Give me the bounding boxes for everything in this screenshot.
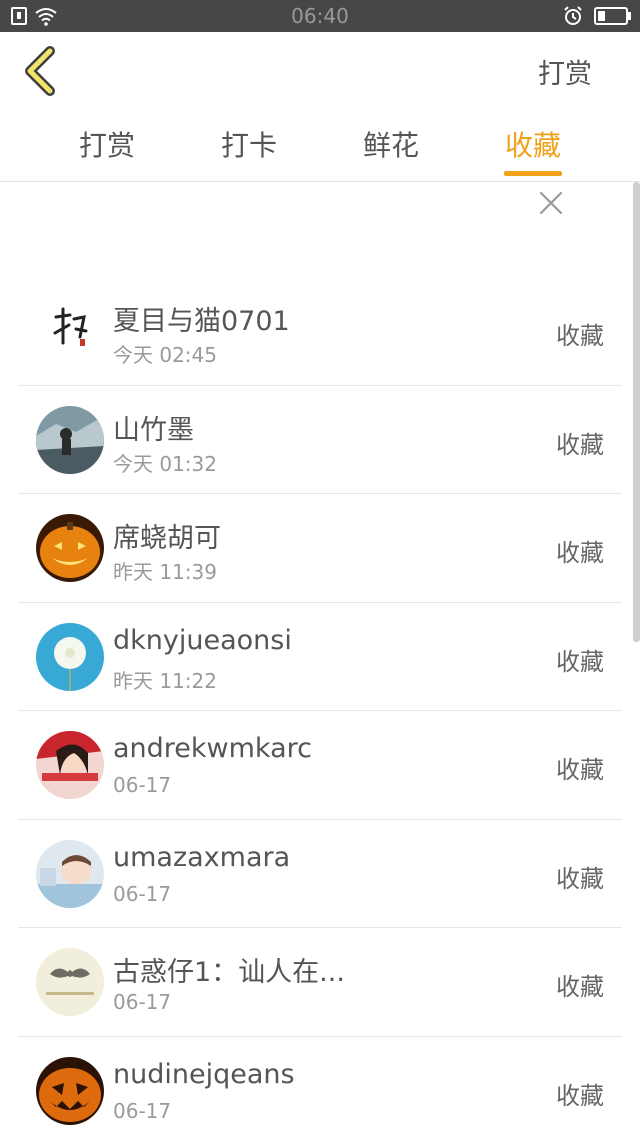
list-item[interactable]: 山竹墨 今天 01:32 收藏 bbox=[0, 386, 640, 494]
tab-bar: 打赏 打卡 鲜花 收藏 bbox=[0, 112, 640, 182]
photo-avatar bbox=[36, 731, 104, 799]
user-name: andrekwmkarc bbox=[113, 733, 312, 764]
tab-checkin[interactable]: 打卡 bbox=[189, 124, 309, 164]
tab-favorites[interactable]: 收藏 bbox=[473, 124, 593, 164]
list-item[interactable]: 夏目与猫0701 今天 02:45 收藏 bbox=[0, 277, 640, 386]
alarm-icon bbox=[564, 6, 582, 25]
list-item[interactable]: umazaxmara 06-17 收藏 bbox=[0, 820, 640, 928]
user-name: nudinejqeans bbox=[113, 1058, 295, 1090]
user-name: dknyjueaonsi bbox=[113, 624, 292, 656]
pumpkin-avatar bbox=[36, 1056, 104, 1125]
battery-icon bbox=[594, 7, 631, 25]
status-time: 06:40 bbox=[291, 4, 349, 28]
item-time: 昨天 11:39 bbox=[113, 560, 217, 584]
list-item[interactable]: dknyjueaonsi 昨天 11:22 收藏 bbox=[0, 603, 640, 711]
user-name: 夏目与猫0701 bbox=[113, 306, 290, 337]
item-time: 06-17 bbox=[113, 881, 172, 906]
item-time: 今天 02:45 bbox=[113, 343, 217, 367]
favorite-label: 收藏 bbox=[556, 864, 604, 893]
user-name: 古惑仔1：讪人在... bbox=[113, 957, 345, 988]
favorite-label: 收藏 bbox=[556, 647, 604, 676]
item-time: 06-17 bbox=[113, 773, 172, 797]
favorites-list: 夏目与猫0701 今天 02:45 收藏 山竹墨 今天 01:32 收藏 席蛲胡… bbox=[0, 277, 640, 1138]
photo-avatar bbox=[36, 405, 104, 474]
favorite-label: 收藏 bbox=[556, 322, 604, 350]
item-time: 昨天 11:22 bbox=[113, 668, 217, 693]
favorite-label: 收藏 bbox=[556, 1081, 604, 1110]
close-icon[interactable] bbox=[536, 188, 566, 218]
user-name: 席蛲胡可 bbox=[113, 523, 221, 554]
pumpkin-avatar bbox=[36, 514, 104, 582]
active-tab-indicator bbox=[504, 171, 562, 176]
user-name: umazaxmara bbox=[113, 841, 291, 873]
calligraphy-avatar bbox=[36, 297, 104, 365]
top-bar: 打赏 bbox=[0, 32, 640, 112]
item-time: 06-17 bbox=[113, 1098, 172, 1123]
favorite-label: 收藏 bbox=[556, 973, 604, 1001]
status-bar: 06:40 bbox=[0, 0, 640, 32]
list-item[interactable]: andrekwmkarc 06-17 收藏 bbox=[0, 711, 640, 820]
dandelion-avatar bbox=[36, 622, 104, 691]
list-item[interactable]: 古惑仔1：讪人在... 06-17 收藏 bbox=[0, 928, 640, 1037]
photo-avatar bbox=[36, 839, 104, 908]
item-time: 06-17 bbox=[113, 990, 172, 1014]
favorite-label: 收藏 bbox=[556, 756, 604, 784]
tab-reward[interactable]: 打赏 bbox=[47, 124, 167, 164]
mustache-avatar bbox=[36, 948, 104, 1016]
item-time: 今天 01:32 bbox=[113, 451, 217, 476]
favorite-label: 收藏 bbox=[556, 539, 604, 567]
list-item[interactable]: nudinejqeans 06-17 收藏 bbox=[0, 1037, 640, 1138]
tab-flowers[interactable]: 鲜花 bbox=[331, 124, 451, 164]
reward-button[interactable]: 打赏 bbox=[538, 52, 592, 91]
user-name: 山竹墨 bbox=[113, 414, 194, 446]
favorite-label: 收藏 bbox=[556, 430, 604, 459]
list-item[interactable]: 席蛲胡可 昨天 11:39 收藏 bbox=[0, 494, 640, 603]
back-icon[interactable] bbox=[20, 46, 64, 96]
